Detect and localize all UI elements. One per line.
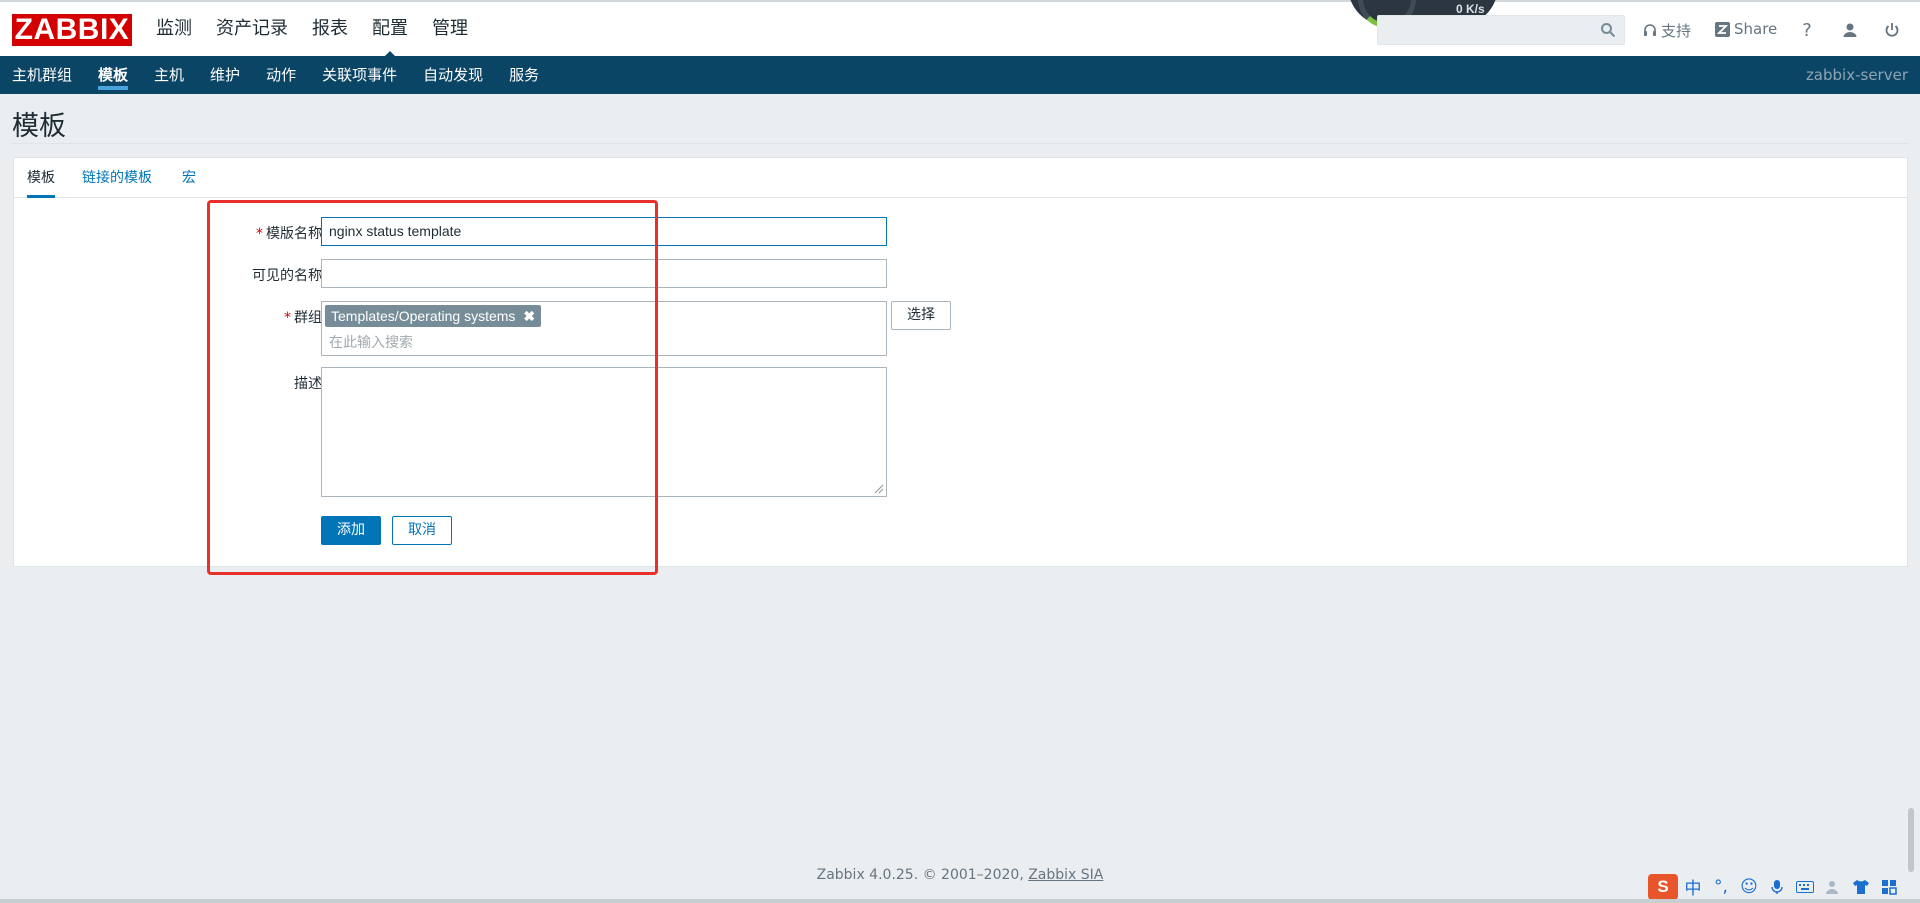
groups-label: * 群组 (284, 310, 322, 326)
visible-name-input[interactable] (321, 259, 887, 288)
description-label: 描述 (294, 376, 322, 392)
shirt-skin-icon[interactable] (1848, 874, 1874, 900)
form-tabs: 模板 链接的模板 宏 (14, 158, 1907, 198)
page-title: 模板 (12, 111, 66, 142)
zabbix-logo[interactable]: ZABBIX (12, 14, 132, 46)
remove-chip-icon[interactable]: ✖ (523, 305, 535, 327)
template-name-input[interactable]: nginx status template (321, 217, 887, 246)
group-chip-label: Templates/Operating systems (331, 308, 516, 324)
required-mark: * (256, 226, 263, 242)
user-profile-icon[interactable] (1838, 18, 1862, 42)
emoji-icon[interactable]: ☺ (1736, 874, 1762, 900)
group-search-input[interactable]: 在此输入搜索 (329, 332, 413, 352)
sub-menu-host-groups[interactable]: 主机群组 (12, 56, 72, 94)
cancel-button[interactable]: 取消 (392, 516, 452, 545)
description-textarea[interactable] (321, 367, 887, 497)
header-divider (12, 143, 1908, 144)
sub-menu: 主机群组 模板 主机 维护 动作 关联项事件 自动发现 服务 (12, 56, 565, 94)
support-link[interactable]: 支持 (1643, 20, 1691, 41)
required-mark: * (284, 310, 291, 326)
resize-grip-icon[interactable] (874, 484, 884, 494)
microphone-icon[interactable] (1764, 874, 1790, 900)
ime-mode-toggle[interactable]: 中 (1680, 874, 1706, 900)
group-chip: Templates/Operating systems ✖ (325, 305, 542, 327)
sub-menu-services[interactable]: 服务 (509, 56, 539, 94)
top-bar: ZABBIX 监测 资产记录 报表 配置 管理 0 K/s 支持 Share ? (0, 0, 1920, 59)
tab-macros[interactable]: 宏 (182, 158, 196, 198)
sub-menu-bar: 主机群组 模板 主机 维护 动作 关联项事件 自动发现 服务 zabbix-se… (0, 56, 1920, 94)
main-menu-inventory[interactable]: 资产记录 (216, 2, 288, 58)
main-menu-reports[interactable]: 报表 (312, 2, 348, 58)
main-menu: 监测 资产记录 报表 配置 管理 (156, 2, 492, 59)
groups-multiselect[interactable]: Templates/Operating systems ✖ 在此输入搜索 (321, 301, 887, 356)
select-groups-button[interactable]: 选择 (891, 301, 951, 330)
main-menu-monitoring[interactable]: 监测 (156, 2, 192, 58)
sub-menu-correlation[interactable]: 关联项事件 (322, 56, 397, 94)
footer-link[interactable]: Zabbix SIA (1028, 867, 1103, 883)
user-skin-icon[interactable] (1820, 874, 1846, 900)
sub-menu-maintenance[interactable]: 维护 (210, 56, 240, 94)
keyboard-icon[interactable] (1792, 874, 1818, 900)
visible-name-label: 可见的名称 (252, 268, 322, 284)
server-name: zabbix-server (1805, 66, 1908, 84)
bottom-taskbar-edge (0, 899, 1920, 903)
sogou-ime-icon[interactable]: S (1648, 873, 1678, 900)
tab-template[interactable]: 模板 (27, 158, 55, 198)
search-icon[interactable] (1600, 22, 1616, 38)
headset-icon (1644, 23, 1656, 36)
template-name-label: * 模版名称 (256, 226, 322, 242)
speed-value: 0 K/s (1456, 2, 1485, 16)
search-input[interactable] (1377, 15, 1625, 45)
help-icon[interactable]: ? (1795, 18, 1819, 42)
sub-menu-discovery[interactable]: 自动发现 (423, 56, 483, 94)
footer: Zabbix 4.0.25. © 2001–2020, Zabbix SIA (0, 867, 1920, 883)
sub-menu-templates[interactable]: 模板 (98, 56, 129, 94)
share-label: Share (1734, 20, 1778, 38)
add-button[interactable]: 添加 (321, 516, 381, 545)
zabbix-share-icon (1715, 21, 1730, 37)
toolbox-grid-icon[interactable] (1876, 874, 1902, 900)
main-menu-configuration[interactable]: 配置 (372, 2, 408, 59)
footer-text: Zabbix 4.0.25. © 2001–2020, (816, 867, 1029, 883)
template-form: 模板 链接的模板 宏 * 模版名称 nginx status template 可… (13, 157, 1908, 567)
sub-menu-actions[interactable]: 动作 (266, 56, 296, 94)
main-menu-administration[interactable]: 管理 (432, 2, 468, 58)
sign-out-icon[interactable] (1880, 18, 1904, 42)
punctuation-icon[interactable]: °, (1708, 874, 1734, 900)
scrollbar[interactable] (1908, 808, 1914, 872)
tab-linked-templates[interactable]: 链接的模板 (82, 158, 152, 198)
share-link[interactable]: Share (1715, 20, 1777, 38)
sub-menu-hosts[interactable]: 主机 (154, 56, 184, 94)
support-label: 支持 (1661, 22, 1692, 40)
